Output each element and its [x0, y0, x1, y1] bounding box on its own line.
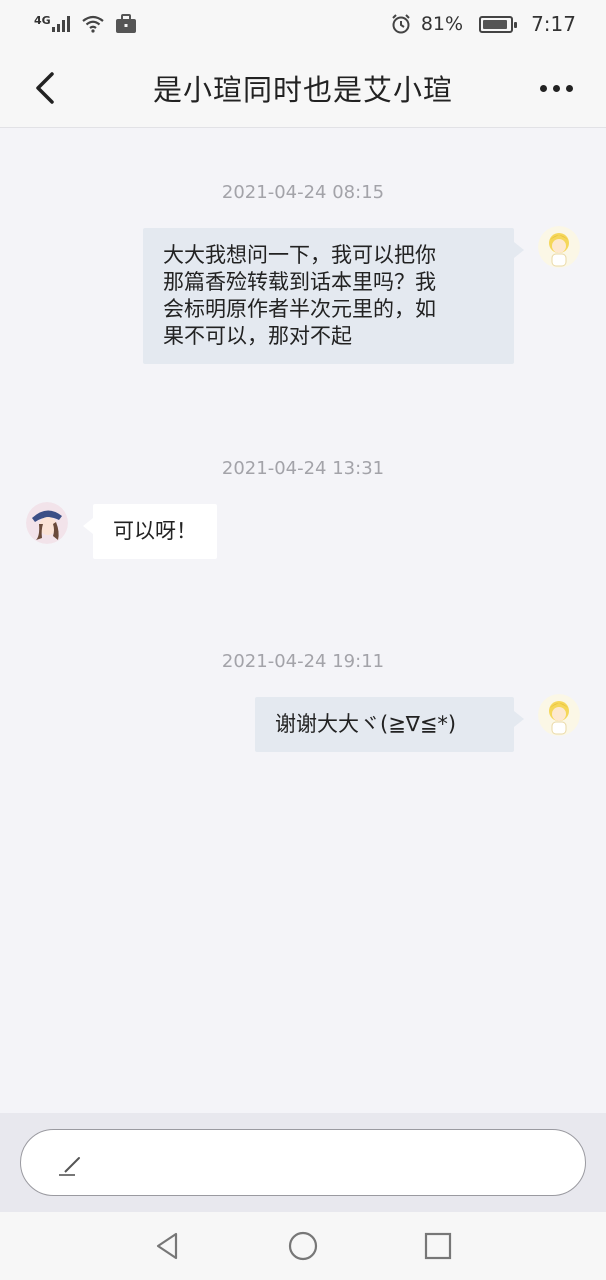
battery-icon [479, 15, 518, 33]
nav-back-button[interactable] [152, 1230, 184, 1262]
message-timestamp: 2021-04-24 08:15 [221, 182, 385, 203]
pen-icon [59, 1157, 80, 1176]
back-button[interactable] [28, 68, 68, 108]
briefcase-icon [115, 14, 136, 33]
battery-percent: 81% [420, 13, 464, 35]
nav-home-button[interactable] [287, 1230, 319, 1262]
message-line: 大大我想问一下，我可以把你 [163, 243, 436, 267]
more-dot [552, 84, 560, 92]
system-nav-bar [0, 1212, 606, 1280]
avatar-image [538, 694, 580, 736]
network-label: 4G [34, 13, 51, 27]
message-text: 可以呀！ [113, 519, 197, 543]
chevron-left-icon [36, 72, 54, 104]
my-avatar[interactable] [538, 226, 580, 268]
more-dot [565, 84, 573, 92]
status-right: 81% 7:17 [391, 12, 576, 36]
message-timestamp: 2021-04-24 13:31 [221, 458, 385, 479]
avatar-image [538, 226, 580, 268]
chat-header: 是小瑄同时也是艾小瑄 [0, 48, 606, 128]
alarm-icon [392, 14, 410, 34]
wifi-icon [82, 15, 104, 33]
message-input[interactable] [20, 1129, 586, 1196]
status-left: 4G [34, 14, 137, 34]
square-recents-icon [424, 1232, 452, 1260]
message-text: 谢谢大大ヾ(≧∇≦*) [275, 712, 457, 736]
outgoing-message[interactable]: 谢谢大大ヾ(≧∇≦*) [255, 697, 524, 752]
more-dots-icon [539, 84, 547, 92]
clock: 7:17 [531, 12, 576, 36]
signal-icon [51, 16, 70, 32]
triangle-back-icon [156, 1232, 178, 1260]
contact-avatar[interactable] [26, 502, 68, 544]
circle-home-icon [288, 1231, 318, 1261]
nav-recents-button[interactable] [422, 1230, 454, 1262]
message-timestamp: 2021-04-24 19:11 [221, 651, 385, 672]
incoming-message[interactable]: 可以呀！ [83, 504, 217, 559]
message-line: 会标明原作者半次元里的，如 [163, 297, 436, 321]
input-area [0, 1113, 606, 1212]
message-line: 果不可以，那对不起 [163, 324, 352, 348]
my-avatar[interactable] [538, 694, 580, 736]
chat-area[interactable]: 2021-04-24 08:15 大大我想问一下，我可以把你 那篇香殓转载到话本… [0, 129, 606, 1112]
outgoing-message[interactable]: 大大我想问一下，我可以把你 那篇香殓转载到话本里吗？我 会标明原作者半次元里的，… [143, 228, 524, 364]
status-bar: 4G 81% 7:17 [0, 0, 606, 48]
more-button[interactable] [536, 76, 576, 100]
message-line: 那篇香殓转载到话本里吗？我 [163, 270, 436, 294]
page-title: 是小瑄同时也是艾小瑄 [152, 72, 453, 107]
avatar-image [26, 502, 68, 544]
